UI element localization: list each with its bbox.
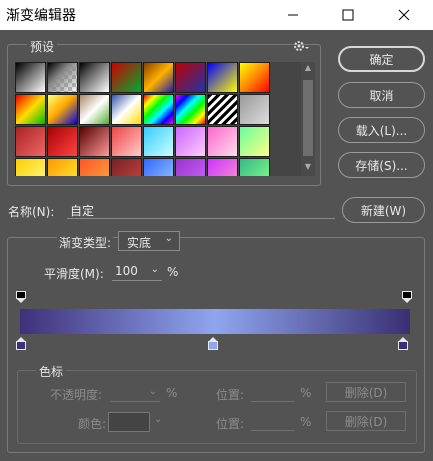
preset-swatch[interactable] bbox=[175, 94, 206, 125]
color-location-field[interactable] bbox=[251, 413, 295, 431]
preset-swatch[interactable] bbox=[175, 126, 206, 157]
new-button[interactable]: 新建(W) bbox=[342, 197, 425, 223]
gradient-preview-bar[interactable] bbox=[20, 309, 410, 334]
smoothness-label: 平滑度(M): bbox=[44, 267, 104, 281]
maximize-button[interactable] bbox=[325, 0, 371, 30]
preset-swatch[interactable] bbox=[47, 94, 78, 125]
preset-swatch[interactable] bbox=[111, 158, 142, 176]
preset-swatch[interactable] bbox=[79, 126, 110, 157]
name-label: 名称(N): bbox=[8, 205, 55, 219]
preset-swatch[interactable] bbox=[47, 62, 78, 93]
preset-swatch[interactable] bbox=[79, 158, 110, 176]
preset-swatch[interactable] bbox=[175, 62, 206, 93]
preset-swatch[interactable] bbox=[207, 158, 238, 176]
preset-swatch[interactable] bbox=[143, 126, 174, 157]
delete-opacity-stop-button[interactable]: 删除(D) bbox=[326, 382, 406, 402]
preset-swatch[interactable] bbox=[143, 94, 174, 125]
cancel-button[interactable]: 取消 bbox=[338, 82, 425, 108]
scroll-down-arrow[interactable]: ▼ bbox=[301, 162, 315, 174]
opacity-location-unit: % bbox=[300, 386, 312, 400]
opacity-label: 不透明度: bbox=[50, 388, 103, 402]
preset-swatch[interactable] bbox=[15, 62, 46, 93]
preset-swatch[interactable] bbox=[239, 126, 270, 157]
preset-swatch[interactable] bbox=[111, 126, 142, 157]
preset-swatch[interactable] bbox=[207, 126, 238, 157]
preset-swatch[interactable] bbox=[111, 62, 142, 93]
color-stop-middle[interactable] bbox=[208, 337, 218, 351]
stop-color-swatch[interactable] bbox=[108, 412, 150, 432]
close-button[interactable] bbox=[381, 0, 427, 30]
minimize-button[interactable] bbox=[270, 0, 316, 30]
smoothness-unit: % bbox=[167, 265, 179, 279]
title-bar: 渐变编辑器 bbox=[0, 0, 433, 30]
preset-swatch[interactable] bbox=[15, 126, 46, 157]
scroll-thumb[interactable] bbox=[303, 80, 313, 156]
gradient-type-value: 实底 bbox=[127, 236, 152, 250]
ok-button[interactable]: 确定 bbox=[338, 46, 425, 72]
minimize-icon bbox=[288, 14, 298, 16]
preset-swatch[interactable] bbox=[79, 62, 110, 93]
preset-swatch[interactable] bbox=[239, 62, 270, 93]
color-location-label: 位置: bbox=[216, 417, 245, 431]
preset-swatch[interactable] bbox=[47, 158, 78, 176]
color-location-unit: % bbox=[300, 415, 312, 429]
preset-swatch[interactable] bbox=[47, 126, 78, 157]
opacity-stop-right[interactable] bbox=[402, 291, 412, 303]
preset-swatch[interactable] bbox=[15, 94, 46, 125]
preset-swatch-grid bbox=[15, 62, 301, 176]
preset-swatch[interactable] bbox=[15, 158, 46, 176]
gradient-type-select[interactable]: 实底 ⌄ bbox=[118, 231, 180, 251]
scroll-up-arrow[interactable]: ▲ bbox=[301, 63, 315, 75]
name-field[interactable]: 自定 bbox=[67, 199, 335, 219]
chevron-down-icon[interactable]: ⌄ bbox=[151, 264, 159, 275]
chevron-down-icon: ⌄ bbox=[164, 233, 173, 244]
color-stop-left[interactable] bbox=[16, 337, 26, 351]
window-title: 渐变编辑器 bbox=[6, 8, 76, 24]
smoothness-value: 100 bbox=[115, 264, 138, 278]
preset-swatch[interactable] bbox=[239, 158, 270, 176]
preset-swatch[interactable] bbox=[207, 62, 238, 93]
color-stop-right[interactable] bbox=[398, 337, 408, 351]
smoothness-field[interactable]: 100 ⌄ bbox=[112, 261, 162, 281]
load-button[interactable]: 载入(L)... bbox=[338, 117, 425, 143]
chevron-down-icon[interactable]: ⌄ bbox=[154, 414, 162, 425]
delete-color-stop-button[interactable]: 删除(D) bbox=[326, 411, 406, 431]
chevron-down-icon: ⌄ bbox=[148, 386, 157, 397]
color-stops-label: 色标 bbox=[36, 363, 67, 380]
preset-swatch[interactable] bbox=[79, 94, 110, 125]
opacity-location-field[interactable] bbox=[251, 384, 295, 402]
gradient-type-label: 渐变类型: bbox=[57, 234, 114, 251]
color-label: 颜色: bbox=[78, 417, 107, 431]
presets-menu-button[interactable] bbox=[292, 39, 312, 53]
preset-swatch[interactable] bbox=[143, 158, 174, 176]
maximize-icon bbox=[342, 9, 354, 21]
presets-scrollbar[interactable]: ▲ ▼ bbox=[301, 62, 315, 176]
preset-swatch[interactable] bbox=[175, 158, 206, 176]
opacity-field[interactable]: ⌄ bbox=[110, 384, 160, 402]
presets-label: 预设 bbox=[27, 38, 58, 55]
close-icon bbox=[398, 9, 410, 21]
preset-swatch[interactable] bbox=[239, 94, 270, 125]
opacity-location-label: 位置: bbox=[216, 388, 245, 402]
preset-swatch[interactable] bbox=[111, 94, 142, 125]
opacity-stop-left[interactable] bbox=[16, 291, 26, 303]
preset-swatch[interactable] bbox=[207, 94, 238, 125]
gear-icon bbox=[294, 41, 309, 51]
save-button[interactable]: 存储(S)... bbox=[338, 152, 425, 178]
preset-swatch[interactable] bbox=[143, 62, 174, 93]
opacity-unit: % bbox=[166, 386, 178, 400]
